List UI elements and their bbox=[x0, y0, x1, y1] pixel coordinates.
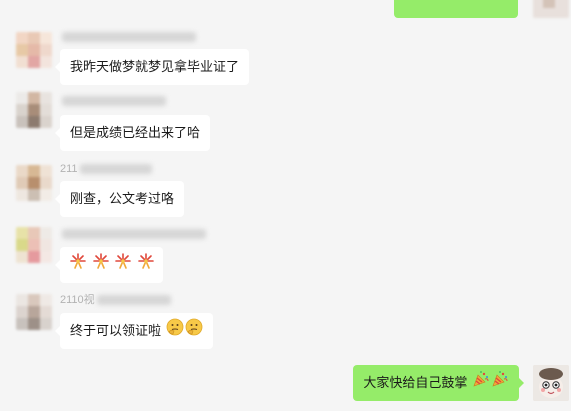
sender-name: 2110视 bbox=[60, 293, 171, 307]
message-bubble[interactable]: 刚查，公文考过咯 bbox=[54, 181, 185, 217]
sender-name bbox=[60, 227, 206, 241]
sender-name: 211 bbox=[60, 162, 152, 176]
my-avatar[interactable] bbox=[533, 365, 569, 401]
message-bubble[interactable]: 终于可以领证啦 bbox=[55, 313, 213, 350]
firework-icon bbox=[137, 248, 155, 284]
message-text: 大家快给自己鼓掌 bbox=[363, 375, 468, 390]
cartoon-face-icon bbox=[533, 365, 569, 401]
party-popper-icon bbox=[472, 366, 490, 402]
message-text: 我昨天做梦就梦见拿毕业证了 bbox=[70, 59, 240, 74]
thinking-face-icon bbox=[166, 314, 184, 350]
sender-avatar[interactable] bbox=[16, 227, 52, 263]
firework-icon bbox=[114, 248, 132, 284]
message-text: 但是成绩已经出来了哈 bbox=[70, 125, 201, 140]
sender-avatar[interactable] bbox=[16, 32, 52, 68]
firework-icon bbox=[69, 248, 87, 284]
sender-avatar[interactable] bbox=[16, 165, 52, 201]
my-message-bubble[interactable]: 大家快给自己鼓掌 bbox=[353, 365, 524, 402]
sender-name bbox=[60, 94, 166, 108]
thinking-face-icon bbox=[185, 314, 203, 350]
chat-area: 我昨天做梦就梦见拿毕业证了 但是成绩已经出来了哈 211 刚查，公文考过咯 21… bbox=[0, 0, 571, 411]
sender-avatar[interactable] bbox=[16, 294, 52, 330]
sender-name bbox=[60, 30, 196, 44]
message-text: 刚查，公文考过咯 bbox=[70, 191, 175, 206]
message-bubble[interactable]: 但是成绩已经出来了哈 bbox=[54, 115, 211, 151]
message-bubble[interactable]: 我昨天做梦就梦见拿毕业证了 bbox=[54, 49, 250, 85]
firework-icon bbox=[92, 248, 110, 284]
message-text: 终于可以领证啦 bbox=[70, 323, 162, 338]
message-bubble[interactable] bbox=[55, 247, 163, 284]
sender-avatar[interactable] bbox=[16, 92, 52, 128]
previous-message-bubble[interactable] bbox=[394, 0, 518, 18]
party-popper-icon bbox=[491, 366, 509, 402]
my-avatar-top[interactable] bbox=[533, 0, 569, 18]
